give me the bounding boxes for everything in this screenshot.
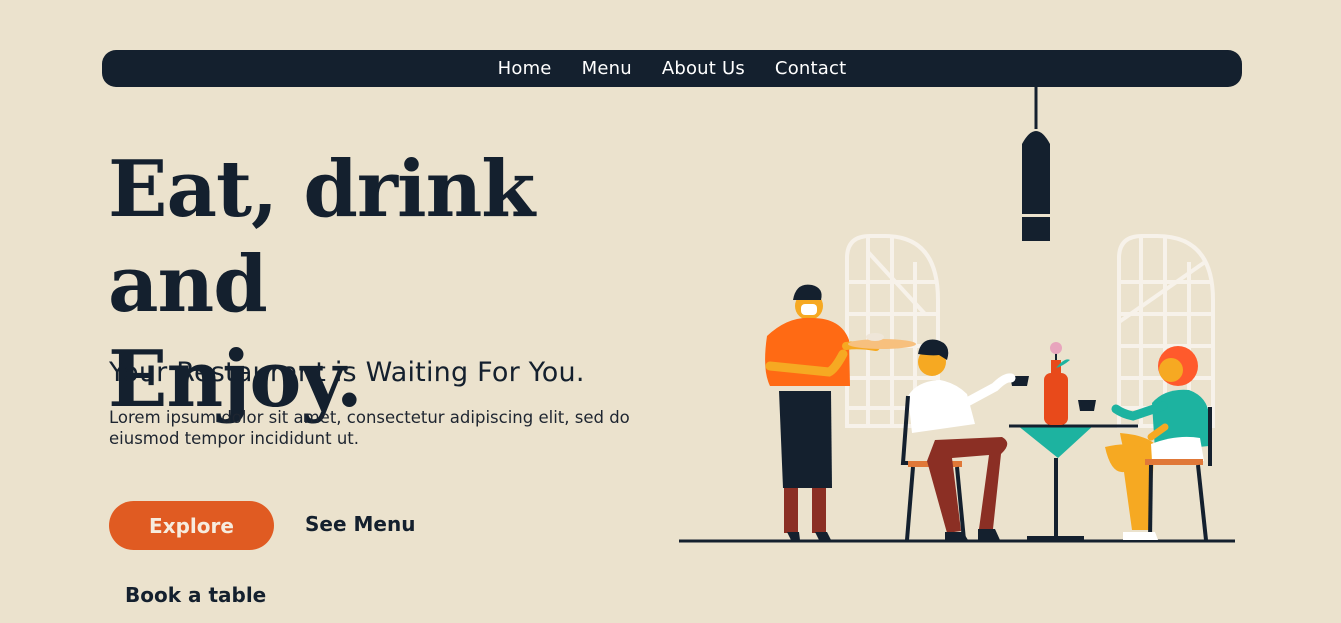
- table-icon: [1009, 424, 1138, 540]
- nav-link-home[interactable]: Home: [498, 58, 552, 79]
- nav-link-about-us[interactable]: About Us: [662, 58, 745, 79]
- see-menu-link[interactable]: See Menu: [305, 512, 415, 536]
- landing-page: Home Menu About Us Contact Eat, drink an…: [0, 0, 1341, 623]
- nav-item-menu: Menu: [582, 58, 632, 79]
- nav-item-about-us: About Us: [662, 58, 745, 79]
- hero-subtitle: Your Restaurant is Waiting For You.: [109, 357, 585, 388]
- top-navigation-bar: Home Menu About Us Contact: [102, 50, 1242, 87]
- nav-link-contact[interactable]: Contact: [775, 58, 846, 79]
- nav-link-menu[interactable]: Menu: [582, 58, 632, 79]
- hero-description: Lorem ipsum dolor sit amet, consectetur …: [109, 408, 630, 448]
- vase-with-flower-icon: [1044, 342, 1070, 425]
- nav-list: Home Menu About Us Contact: [498, 58, 847, 79]
- seated-man-character: [900, 339, 1016, 541]
- hanging-lamp-icon: [1022, 86, 1050, 241]
- hero-title-line-1: Eat, drink and: [108, 144, 535, 330]
- book-table-link[interactable]: Book a table: [125, 583, 266, 607]
- nav-item-home: Home: [498, 58, 552, 79]
- explore-button[interactable]: Explore: [109, 501, 274, 550]
- restaurant-scene-illustration: [679, 86, 1235, 543]
- nav-item-contact: Contact: [775, 58, 846, 79]
